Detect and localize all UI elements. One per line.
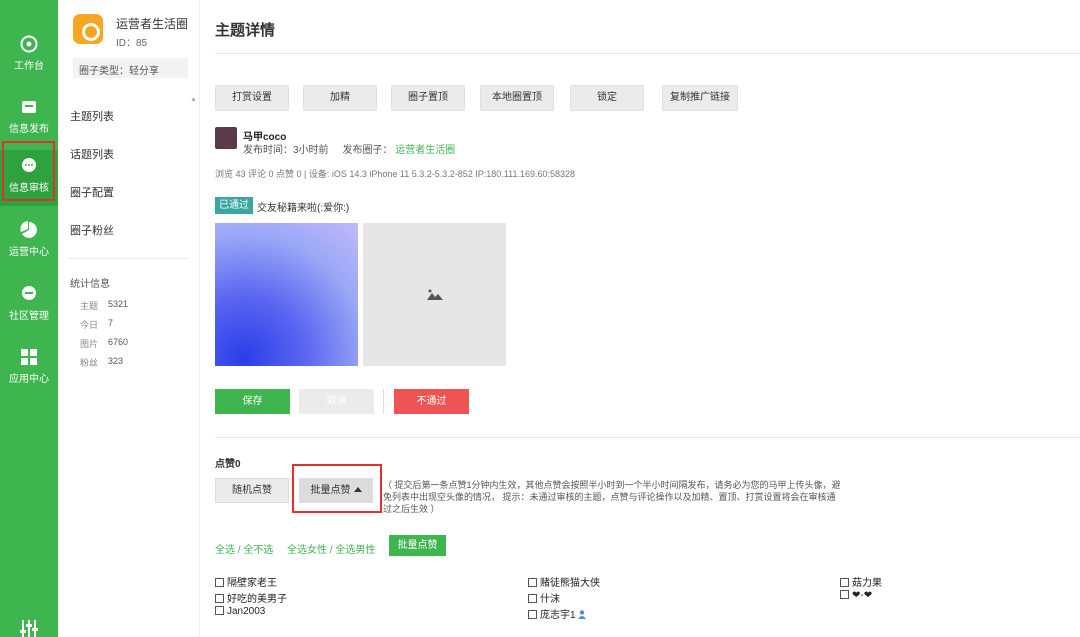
sliders-icon[interactable] bbox=[19, 618, 39, 637]
local-pin-button[interactable]: 本地圈置顶 bbox=[480, 85, 554, 111]
stat-topics: 主题 5321 bbox=[80, 299, 128, 312]
avatar[interactable] bbox=[215, 127, 237, 149]
lock-button[interactable]: 锁定 bbox=[570, 85, 644, 111]
reject-button[interactable]: 不通过 bbox=[394, 389, 469, 414]
user-checkbox[interactable]: Jan2003 bbox=[215, 606, 265, 617]
select-all-link[interactable]: 全选 / 全不选 bbox=[215, 541, 273, 556]
stat-value: 6760 bbox=[108, 337, 129, 347]
divider bbox=[215, 437, 1080, 438]
random-like-button[interactable]: 随机点赞 bbox=[215, 478, 289, 503]
user-checkbox[interactable]: 什沫 bbox=[528, 590, 560, 605]
stat-images: 图片 6760 bbox=[80, 337, 128, 350]
user-checkbox[interactable]: 庞志宇1 bbox=[528, 606, 586, 621]
likes-note: （ 提交后第一条点赞1分钟内生效，其他点赞会按照半小时到一个半小时间隔发布，请务… bbox=[383, 480, 841, 514]
reward-settings-button[interactable]: 打赏设置 bbox=[215, 85, 289, 111]
circle-logo bbox=[73, 14, 103, 44]
user-checkbox[interactable]: 赌徒熊猫大侠 bbox=[528, 574, 600, 589]
nav-label: 应用中心 bbox=[9, 374, 49, 385]
checkbox[interactable] bbox=[528, 578, 537, 587]
stat-fans: 粉丝 323 bbox=[80, 356, 123, 369]
user-name: 什沫 bbox=[540, 594, 560, 605]
circle-pin-button[interactable]: 圈子置顶 bbox=[391, 85, 465, 111]
nav-item-community[interactable]: 社区管理 bbox=[0, 278, 58, 334]
nav-item-operations[interactable]: 运营中心 bbox=[0, 214, 58, 270]
user-name: ❤-❤ bbox=[852, 590, 873, 601]
select-gender-link[interactable]: 全选女性 / 全选男性 bbox=[287, 541, 375, 556]
user-checkbox[interactable]: 好吃的美男子 bbox=[215, 590, 287, 605]
nav-label: 信息发布 bbox=[9, 124, 49, 135]
stat-label: 粉丝 bbox=[80, 358, 99, 368]
user-name: 赌徒熊猫大侠 bbox=[540, 578, 600, 589]
user-checkbox[interactable]: 菇力果 bbox=[840, 574, 882, 589]
circle-sidebar: 运营者生活圈 ID：85 圈子类型：轻分享 ▲ 主题列表 话题列表 圈子配置 圈… bbox=[58, 0, 200, 637]
sidebar-item-hashtags[interactable]: 话题列表 bbox=[70, 146, 114, 162]
topic-detail: 主题详情 打赏设置 加精 圈子置顶 本地圈置顶 锁定 复制推广链接 马甲coco… bbox=[200, 0, 1080, 637]
divider bbox=[68, 258, 188, 259]
batch-like-button[interactable]: 批量点赞 bbox=[389, 535, 446, 556]
stat-label: 今日 bbox=[80, 320, 99, 330]
divider bbox=[383, 389, 384, 414]
sidebar-item-fans[interactable]: 圈子粉丝 bbox=[70, 222, 114, 238]
user-icon bbox=[577, 610, 586, 619]
likes-title: 点赞0 bbox=[215, 459, 241, 470]
feature-button[interactable]: 加精 bbox=[303, 85, 377, 111]
image-placeholder-icon bbox=[427, 289, 443, 300]
nav-label: 运营中心 bbox=[9, 247, 49, 258]
circle-name: 运营者生活圈 bbox=[116, 17, 189, 31]
checkbox[interactable] bbox=[840, 590, 849, 599]
divider bbox=[215, 53, 1080, 54]
publish-icon bbox=[22, 101, 36, 113]
copy-link-button[interactable]: 复制推广链接 bbox=[662, 85, 738, 111]
checkbox[interactable] bbox=[215, 578, 224, 587]
nav-label: 工作台 bbox=[14, 61, 44, 72]
compass-icon bbox=[20, 35, 38, 53]
highlight-box bbox=[2, 141, 55, 201]
stat-value: 5321 bbox=[108, 299, 129, 309]
post-image-placeholder[interactable] bbox=[363, 223, 506, 366]
pie-chart-icon bbox=[20, 221, 37, 238]
post-info: 浏览 43 评论 0 点赞 0 | 设备: iOS 14.3 iPhone 11… bbox=[215, 169, 576, 179]
circle-label: 发布圈子： bbox=[342, 145, 393, 156]
circle-type: 圈子类型：轻分享 bbox=[73, 58, 188, 78]
checkbox[interactable] bbox=[215, 606, 224, 615]
user-name: 隔壁家老王 bbox=[227, 578, 277, 589]
status-badge: 已通过 bbox=[215, 197, 253, 214]
checkbox[interactable] bbox=[840, 578, 849, 587]
post-image[interactable] bbox=[215, 223, 358, 366]
post-time: 发布时间：3小时前 bbox=[243, 145, 329, 156]
checkbox[interactable] bbox=[215, 594, 224, 603]
user-checkbox[interactable]: ❤-❤ bbox=[840, 590, 872, 601]
stat-label: 主题 bbox=[80, 301, 99, 311]
user-name: Jan2003 bbox=[227, 606, 266, 617]
stat-value: 7 bbox=[108, 318, 114, 328]
user-checkbox[interactable]: 隔壁家老王 bbox=[215, 574, 277, 589]
user-name: 庞志宇1 bbox=[540, 610, 576, 621]
scroll-up-arrow-icon[interactable]: ▲ bbox=[190, 96, 197, 103]
save-button[interactable]: 保存 bbox=[215, 389, 290, 414]
user-name: 好吃的美男子 bbox=[227, 594, 287, 605]
checkbox[interactable] bbox=[528, 610, 537, 619]
sidebar-item-config[interactable]: 圈子配置 bbox=[70, 184, 114, 200]
stat-label: 图片 bbox=[80, 339, 99, 349]
main-nav: 工作台 信息发布 信息审核 运营中心 社区管理 应用中心 bbox=[0, 0, 58, 637]
nav-item-workbench[interactable]: 工作台 bbox=[0, 28, 58, 84]
community-icon bbox=[22, 286, 36, 300]
post-text: 交友秘籍来啦(:爱你:) bbox=[257, 203, 350, 214]
user-name: 菇力果 bbox=[852, 578, 882, 589]
apps-grid-icon bbox=[21, 349, 37, 365]
nav-item-apps[interactable]: 应用中心 bbox=[0, 341, 58, 397]
post-meta: 发布时间：3小时前 发布圈子： 运营者生活圈 bbox=[243, 141, 455, 156]
stat-today: 今日 7 bbox=[80, 318, 113, 331]
sidebar-item-topics[interactable]: 主题列表 bbox=[70, 108, 114, 124]
page-title: 主题详情 bbox=[215, 22, 276, 39]
circle-id: ID：85 bbox=[116, 38, 148, 49]
nav-item-publish[interactable]: 信息发布 bbox=[0, 91, 58, 147]
stat-value: 323 bbox=[108, 356, 124, 366]
cancel-button[interactable]: 取消 bbox=[299, 389, 374, 414]
stats-title: 统计信息 bbox=[70, 279, 110, 290]
circle-link[interactable]: 运营者生活圈 bbox=[395, 145, 455, 156]
checkbox[interactable] bbox=[528, 594, 537, 603]
highlight-box bbox=[292, 464, 382, 513]
nav-label: 社区管理 bbox=[9, 311, 49, 322]
